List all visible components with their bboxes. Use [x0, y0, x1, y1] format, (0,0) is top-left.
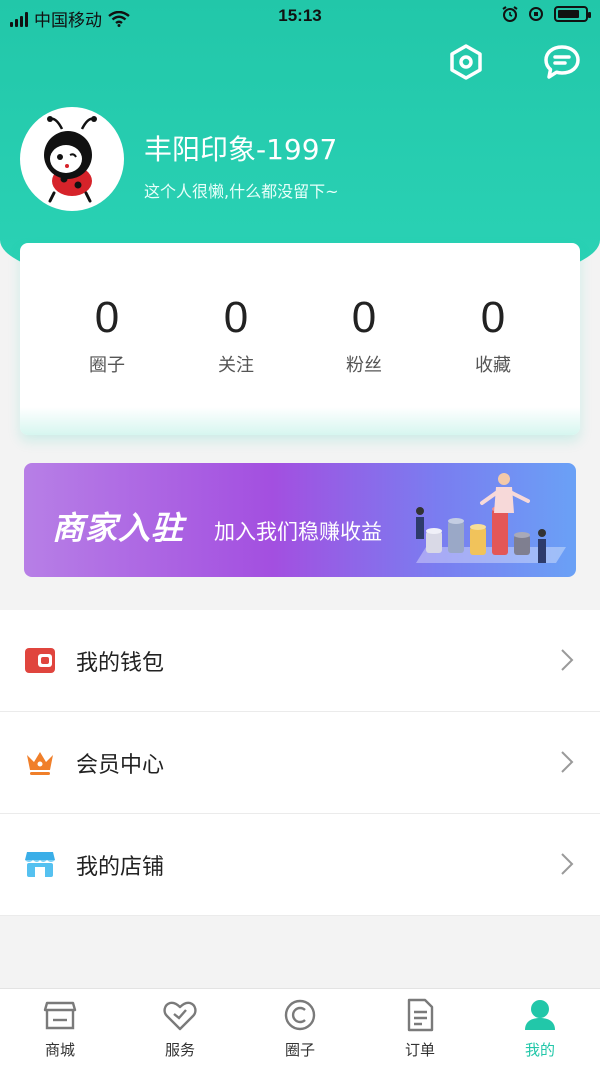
chevron-right-icon [561, 751, 574, 773]
user-bio: 这个人很懒,什么都没留下~ [144, 182, 339, 201]
ladybug-avatar-icon [44, 116, 97, 203]
chevron-right-icon [561, 853, 574, 875]
username: 丰阳印象-1997 [144, 133, 338, 166]
stat-label: 关注 [218, 355, 254, 376]
stat-followers[interactable]: 0 粉丝 [299, 293, 429, 377]
banner-title: 商家入驻 [52, 509, 185, 547]
tab-label: 服务 [164, 1041, 195, 1059]
tab-orders[interactable]: 订单 [360, 989, 480, 1067]
tab-label: 我的 [524, 1041, 555, 1059]
tab-service[interactable]: 服务 [120, 989, 240, 1067]
stat-label: 收藏 [475, 355, 511, 376]
stat-following[interactable]: 0 关注 [171, 293, 301, 377]
stats-card: 0 圈子 0 关注 0 粉丝 0 收藏 [20, 243, 580, 435]
menu-item-membership[interactable]: 会员中心 [0, 712, 600, 814]
wallet-icon [25, 648, 55, 673]
hexagon-settings-icon [450, 44, 482, 80]
business-illustration-icon [416, 473, 566, 563]
alarm-icon [502, 6, 518, 22]
banner-subtitle: 加入我们稳赚收益 [214, 520, 382, 544]
tab-mine[interactable]: 我的 [480, 989, 600, 1067]
stat-favorites[interactable]: 0 收藏 [428, 293, 558, 377]
heart-service-icon [163, 1001, 197, 1031]
menu-list: 我的钱包 会员中心 我的店铺 [0, 610, 600, 916]
battery-icon [554, 6, 591, 22]
status-bar: 中国移动 15:13 [0, 0, 600, 34]
user-icon [525, 1000, 555, 1030]
chevron-right-icon [561, 649, 574, 671]
avatar[interactable] [20, 107, 124, 211]
bottom-tab-bar: 商城 服务 圈子 订单 我的 [0, 988, 600, 1067]
stat-value: 0 [223, 293, 249, 342]
tab-label: 圈子 [284, 1041, 315, 1059]
menu-item-label: 我的钱包 [76, 651, 165, 676]
tab-shop[interactable]: 商城 [0, 989, 120, 1067]
shop-icon [43, 1001, 77, 1030]
stat-value: 0 [480, 293, 506, 342]
settings-button[interactable] [446, 40, 486, 84]
store-icon [25, 852, 55, 877]
chat-bubble-icon [544, 45, 580, 79]
menu-item-label: 我的店铺 [76, 855, 165, 880]
stat-label: 圈子 [89, 355, 125, 376]
message-button[interactable] [542, 40, 582, 84]
tab-label: 商城 [44, 1041, 75, 1059]
tab-label: 订单 [404, 1041, 435, 1059]
stat-value: 0 [351, 293, 377, 342]
crown-icon [27, 752, 53, 775]
menu-item-store[interactable]: 我的店铺 [0, 814, 600, 916]
rotation-lock-icon [529, 7, 543, 21]
stat-label: 粉丝 [346, 355, 382, 376]
menu-item-wallet[interactable]: 我的钱包 [0, 610, 600, 712]
stat-value: 0 [94, 293, 120, 342]
order-icon [407, 998, 434, 1032]
stat-circles[interactable]: 0 圈子 [42, 293, 172, 377]
merchant-join-banner[interactable]: 商家入驻 加入我们稳赚收益 [24, 463, 576, 577]
tab-circle[interactable]: 圈子 [240, 989, 360, 1067]
circle-icon [284, 999, 316, 1031]
menu-item-label: 会员中心 [76, 753, 165, 778]
